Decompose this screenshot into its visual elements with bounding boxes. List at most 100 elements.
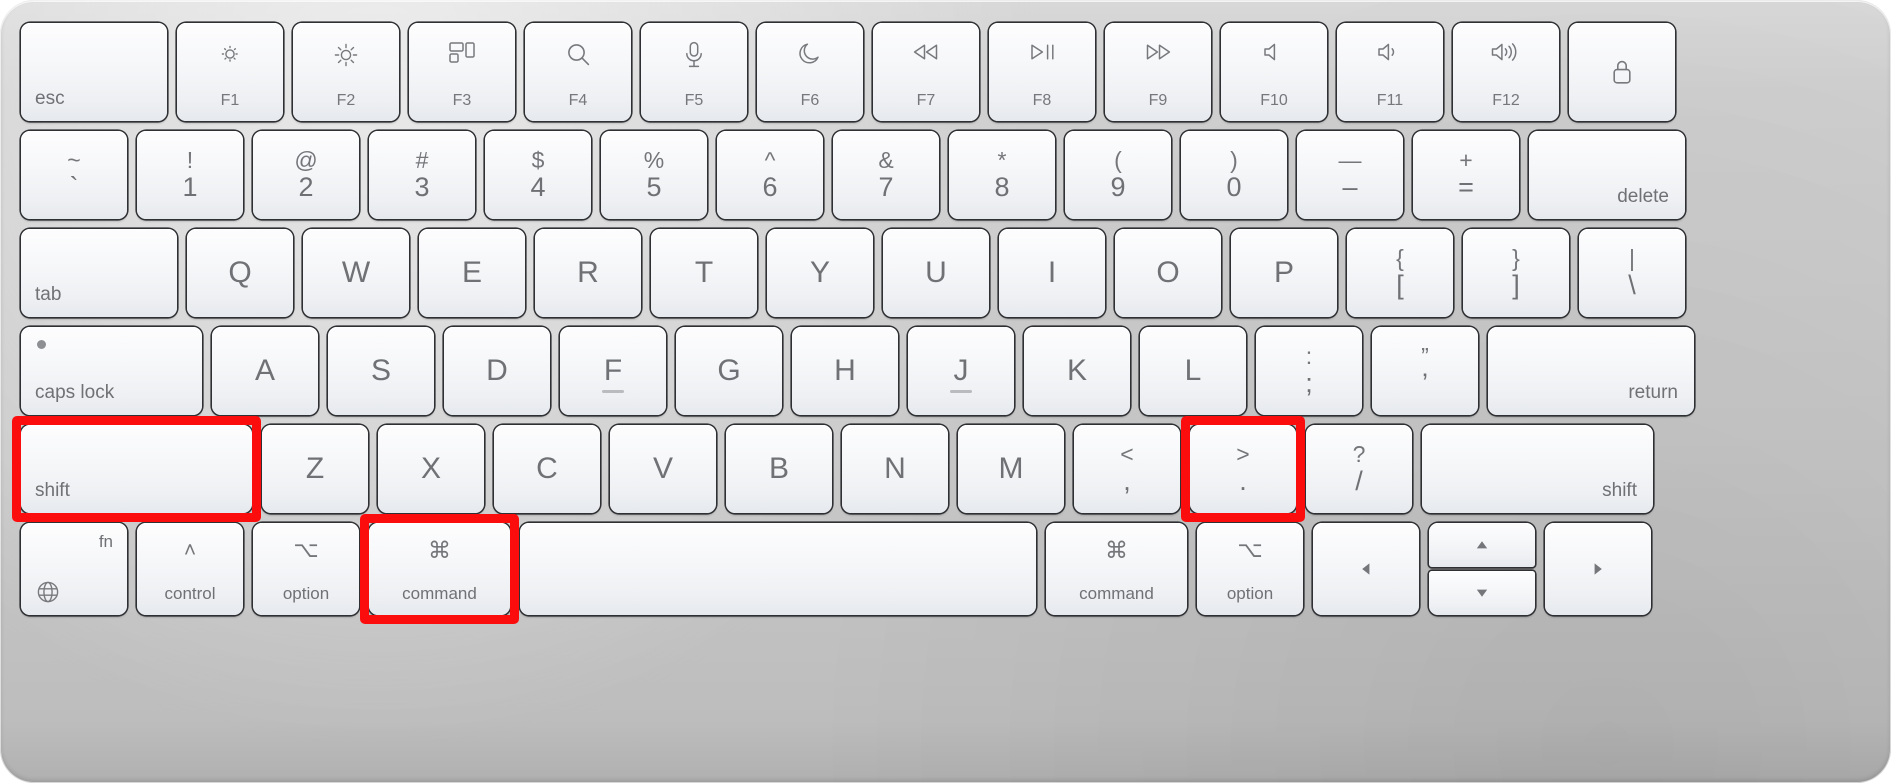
key-arrow-up[interactable]	[1429, 523, 1535, 567]
key-rbracket[interactable]: } ]	[1463, 229, 1569, 317]
key-o-label: O	[1156, 256, 1180, 289]
key-f11[interactable]: F11	[1337, 23, 1443, 121]
key-1[interactable]: ! 1	[137, 131, 243, 219]
key-touchid[interactable]	[1569, 23, 1675, 121]
key-command-left[interactable]: ⌘ command	[369, 523, 510, 615]
key-9[interactable]: ( 9	[1065, 131, 1171, 219]
key-0[interactable]: ) 0	[1181, 131, 1287, 219]
key-delete[interactable]: delete	[1529, 131, 1685, 219]
key-i[interactable]: I	[999, 229, 1105, 317]
homing-bar-j-icon	[950, 390, 972, 393]
key-g[interactable]: G	[676, 327, 782, 415]
key-wrap-space	[515, 518, 1041, 620]
key-f9-label: F9	[1148, 92, 1168, 109]
key-wrap-return: return	[1483, 322, 1699, 420]
globe-icon	[35, 579, 61, 605]
key-shift-right[interactable]: shift	[1422, 425, 1653, 513]
key-grave-upper: ~	[67, 146, 81, 173]
key-f8[interactable]: F8	[989, 23, 1095, 121]
key-f12[interactable]: F12	[1453, 23, 1559, 121]
key-wrap-command-right: ⌘ command	[1041, 518, 1192, 620]
key-q[interactable]: Q	[187, 229, 293, 317]
key-arrow-right[interactable]	[1545, 523, 1651, 615]
key-slash[interactable]: ? /	[1306, 425, 1412, 513]
key-option-left[interactable]: ⌥ option	[253, 523, 359, 615]
key-space[interactable]	[520, 523, 1036, 615]
key-r[interactable]: R	[535, 229, 641, 317]
key-shift-left[interactable]: shift	[21, 425, 252, 513]
key-semicolon[interactable]: : ;	[1256, 327, 1362, 415]
key-c[interactable]: C	[494, 425, 600, 513]
key-p[interactable]: P	[1231, 229, 1337, 317]
key-f11-label: F11	[1376, 92, 1404, 109]
dictation-mic-icon	[641, 41, 747, 69]
key-arrow-down[interactable]	[1429, 571, 1535, 615]
key-x[interactable]: X	[378, 425, 484, 513]
key-3[interactable]: # 3	[369, 131, 475, 219]
key-minus[interactable]: — –	[1297, 131, 1403, 219]
key-f10-label: F10	[1260, 92, 1288, 109]
key-return[interactable]: return	[1488, 327, 1694, 415]
key-j[interactable]: J	[908, 327, 1014, 415]
key-comma[interactable]: < ,	[1074, 425, 1180, 513]
key-f10[interactable]: F10	[1221, 23, 1327, 121]
key-control[interactable]: ˄ control	[137, 523, 243, 615]
key-4[interactable]: $ 4	[485, 131, 591, 219]
key-quote[interactable]: ” ’	[1372, 327, 1478, 415]
key-grave[interactable]: ~ `	[21, 131, 127, 219]
key-d[interactable]: D	[444, 327, 550, 415]
play-pause-icon	[989, 41, 1095, 63]
key-f9[interactable]: F9	[1105, 23, 1211, 121]
key-e[interactable]: E	[419, 229, 525, 317]
key-v[interactable]: V	[610, 425, 716, 513]
key-f5[interactable]: F5	[641, 23, 747, 121]
key-n[interactable]: N	[842, 425, 948, 513]
key-fn[interactable]: fn	[21, 523, 127, 615]
key-w[interactable]: W	[303, 229, 409, 317]
key-7[interactable]: & 7	[833, 131, 939, 219]
key-period[interactable]: > .	[1190, 425, 1296, 513]
key-lbracket[interactable]: { [	[1347, 229, 1453, 317]
key-capslock[interactable]: caps lock	[21, 327, 202, 415]
key-esc[interactable]: esc	[21, 23, 167, 121]
key-tab[interactable]: tab	[21, 229, 177, 317]
key-f2[interactable]: F2	[293, 23, 399, 121]
key-a[interactable]: A	[212, 327, 318, 415]
key-command-right[interactable]: ⌘ command	[1046, 523, 1187, 615]
key-wrap-x: X	[373, 420, 489, 518]
key-5[interactable]: % 5	[601, 131, 707, 219]
key-6-lower: 6	[762, 171, 778, 202]
key-b-label: B	[768, 452, 789, 485]
key-2[interactable]: @ 2	[253, 131, 359, 219]
key-f3[interactable]: F3	[409, 23, 515, 121]
key-grave-lower: `	[69, 171, 79, 202]
key-f6[interactable]: F6	[757, 23, 863, 121]
key-z[interactable]: Z	[262, 425, 368, 513]
key-o[interactable]: O	[1115, 229, 1221, 317]
key-f7[interactable]: F7	[873, 23, 979, 121]
key-equal[interactable]: + =	[1413, 131, 1519, 219]
option-alt-icon: ⌥	[293, 537, 319, 562]
key-l[interactable]: L	[1140, 327, 1246, 415]
key-wrap-f10: F10	[1216, 18, 1332, 126]
key-f4[interactable]: F4	[525, 23, 631, 121]
key-wrap-n: N	[837, 420, 953, 518]
key-t[interactable]: T	[651, 229, 757, 317]
key-arrow-left[interactable]	[1313, 523, 1419, 615]
key-option-right[interactable]: ⌥ option	[1197, 523, 1303, 615]
key-s[interactable]: S	[328, 327, 434, 415]
key-u[interactable]: U	[883, 229, 989, 317]
key-h[interactable]: H	[792, 327, 898, 415]
key-s-label: S	[370, 354, 391, 387]
key-backslash[interactable]: | \	[1579, 229, 1685, 317]
key-y[interactable]: Y	[767, 229, 873, 317]
key-f1[interactable]: F1	[177, 23, 283, 121]
key-8[interactable]: * 8	[949, 131, 1055, 219]
key-wrap-f8: F8	[984, 18, 1100, 126]
key-k[interactable]: K	[1024, 327, 1130, 415]
key-m[interactable]: M	[958, 425, 1064, 513]
key-wrap-f1: F1	[172, 18, 288, 126]
key-b[interactable]: B	[726, 425, 832, 513]
key-6[interactable]: ^ 6	[717, 131, 823, 219]
key-f[interactable]: F	[560, 327, 666, 415]
